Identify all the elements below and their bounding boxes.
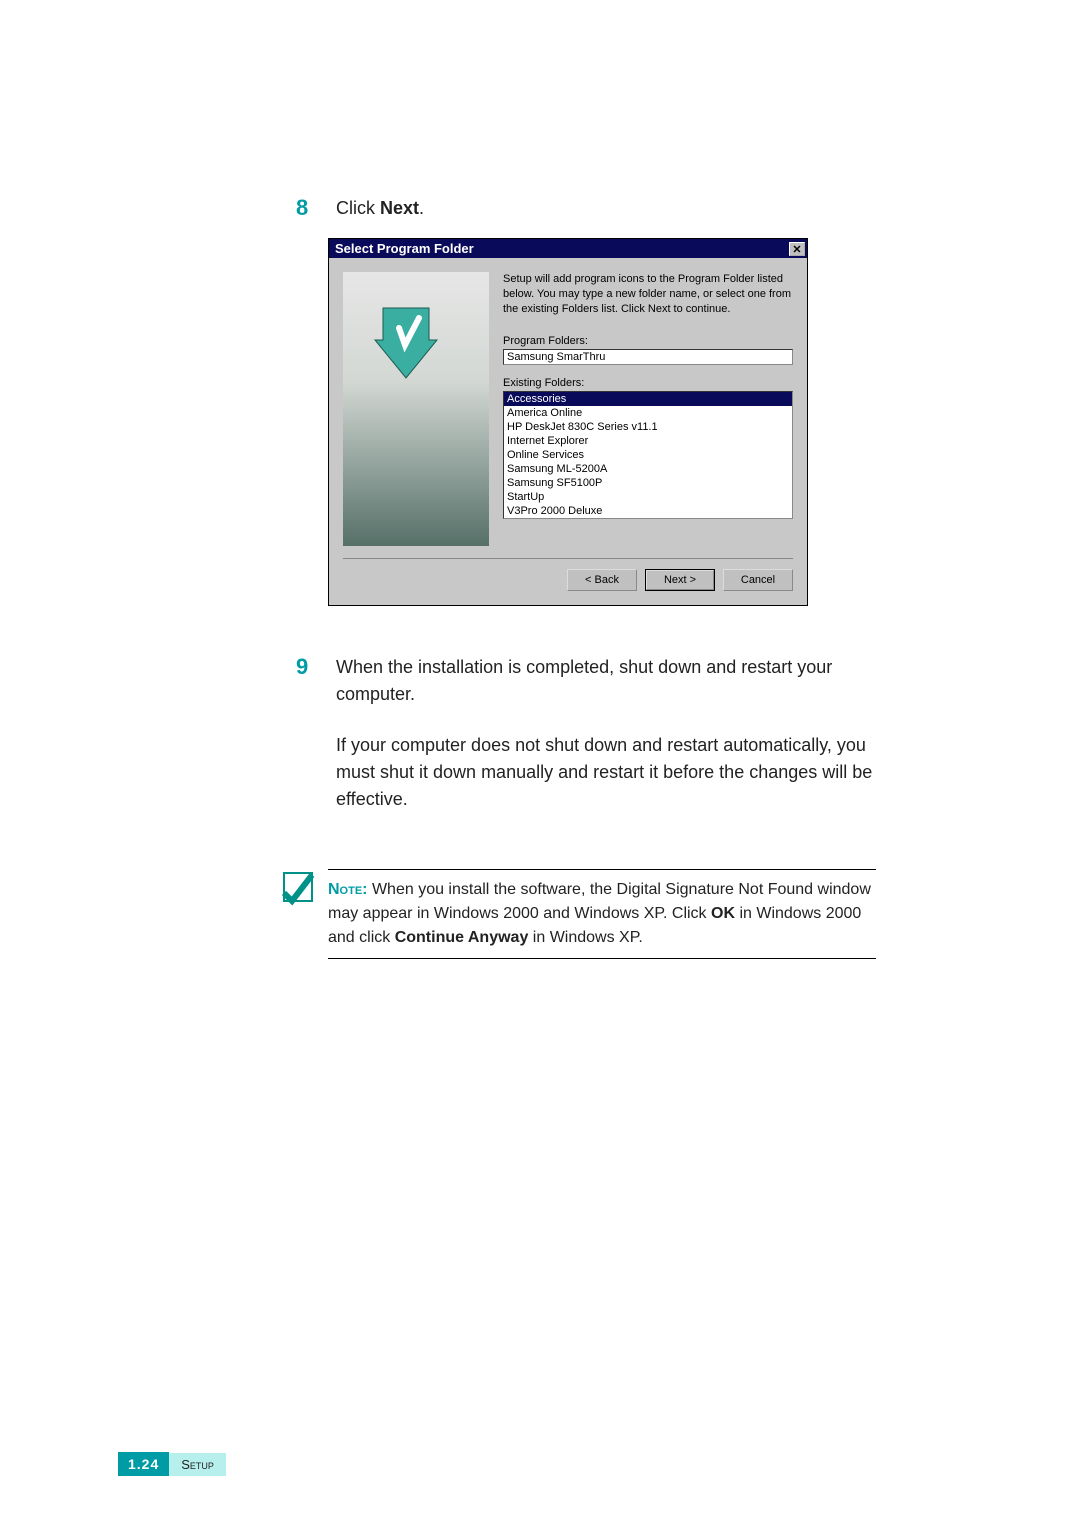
next-button[interactable]: Next > [645,569,715,591]
dialog-titlebar: Select Program Folder ✕ [329,239,807,258]
list-item[interactable]: Internet Explorer [504,434,792,448]
dialog-description: Setup will add program icons to the Prog… [503,272,793,317]
program-folders-label: Program Folders: [503,335,793,347]
page-footer: 1.24 Setup [118,1452,226,1476]
list-item[interactable]: Samsung SF5100P [504,476,792,490]
list-item[interactable]: America Online [504,406,792,420]
step-number: 9 [296,654,316,837]
step-9: 9 When the installation is completed, sh… [296,654,876,837]
list-item[interactable]: V3Pro 2000 Deluxe [504,504,792,518]
close-icon[interactable]: ✕ [789,242,805,256]
dialog-title: Select Program Folder [335,241,474,256]
note-b1: OK [711,905,735,922]
note-block: Note: When you install the software, the… [282,869,876,959]
step-8: 8 Click Next. [296,195,876,222]
step9-p1: When the installation is completed, shut… [336,654,876,708]
step-prefix: Click [336,198,380,218]
program-folder-input[interactable] [503,349,793,365]
list-item[interactable]: HP DeskJet 830C Series v11.1 [504,420,792,434]
step-text: Click Next. [336,195,424,222]
list-item[interactable]: Samsung ML-5200A [504,462,792,476]
note-icon [278,867,318,907]
existing-folders-label: Existing Folders: [503,377,793,389]
note-text: Note: When you install the software, the… [328,869,876,959]
step9-p2: If your computer does not shut down and … [336,732,876,813]
list-item[interactable]: Accessories [504,392,792,406]
cancel-button[interactable]: Cancel [723,569,793,591]
list-item[interactable]: Online Services [504,448,792,462]
step-text: When the installation is completed, shut… [336,654,876,837]
arrow-down-icon [371,300,441,390]
existing-folders-listbox[interactable]: Accessories America Online HP DeskJet 83… [503,391,793,519]
page-section: Setup [169,1453,226,1476]
note-label: Note: [328,881,368,898]
select-program-folder-dialog: Select Program Folder ✕ Setup will add p… [328,238,808,606]
step-bold: Next [380,198,419,218]
page-number: 1.24 [118,1452,169,1476]
step-number: 8 [296,195,316,222]
list-item[interactable]: StartUp [504,490,792,504]
back-button[interactable]: < Back [567,569,637,591]
step-suffix: . [419,198,424,218]
note-part3: in Windows XP. [528,929,642,946]
wizard-sidebar-image [343,272,489,546]
note-b2: Continue Anyway [395,929,529,946]
